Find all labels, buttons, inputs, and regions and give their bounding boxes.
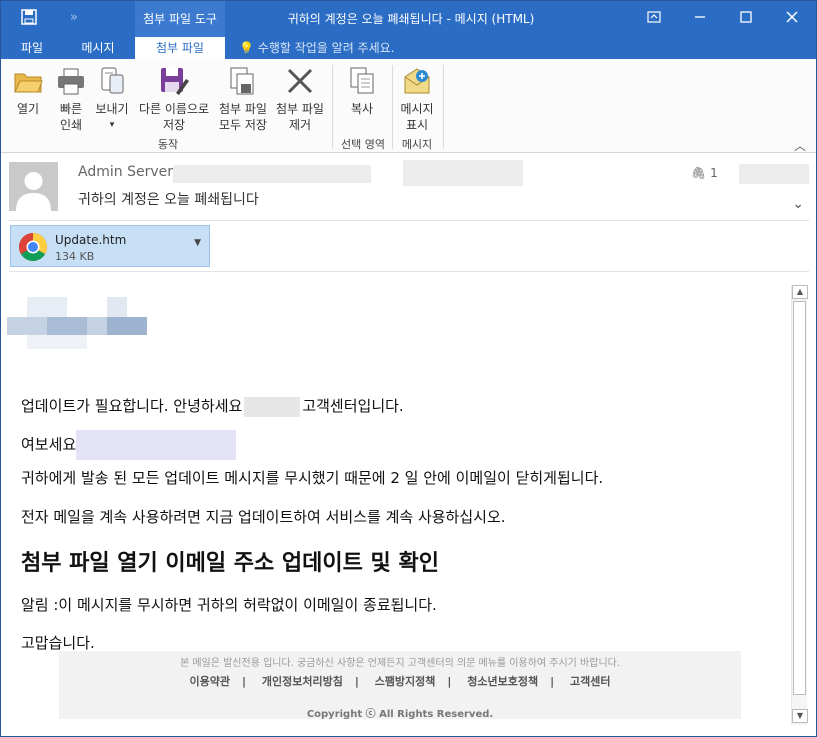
body-line-warning: 귀하에게 발송 된 모든 업데이트 메시지를 무시했기 때문에 2 일 안에 이… <box>21 469 604 487</box>
close-button[interactable] <box>769 1 815 37</box>
paperclip-icon: 🖇 <box>691 166 707 180</box>
minimize-button[interactable] <box>677 1 723 37</box>
quick-access-forward-icon[interactable]: » <box>65 9 83 27</box>
copy-button[interactable]: 복사 <box>337 65 387 117</box>
show-message-button[interactable]: 메시지 표시 <box>395 65 439 133</box>
ribbon: 열기 빠른 인쇄 보내기 ▾ 다른 이름으로 저장 첨부 파일 모두 저장 첨부… <box>1 59 816 153</box>
redacted-recipient-address <box>76 430 237 460</box>
remove-x-icon <box>287 68 313 94</box>
save-icon[interactable] <box>20 9 38 27</box>
tab-message[interactable]: 메시지 <box>67 37 129 59</box>
ribbon-separator <box>443 65 444 149</box>
lightbulb-icon: 💡 <box>239 41 254 55</box>
chrome-icon <box>19 233 47 261</box>
group-label-actions: 동작 <box>157 138 179 151</box>
tell-me-search[interactable]: 💡 수행할 작업을 알려 주세요. <box>239 37 394 59</box>
body-line-instruction: 전자 메일을 계속 사용하려면 지금 업데이트하여 서비스를 계속 사용하십시오… <box>21 508 506 526</box>
save-all-attachments-icon <box>230 67 254 95</box>
open-button[interactable]: 열기 <box>9 65 47 117</box>
show-message-icon <box>404 68 430 94</box>
footer-copyright: Copyright ⓒ All Rights Reserved. <box>306 709 494 720</box>
footer-link-antispam[interactable]: 스팸방지정책 <box>375 675 436 688</box>
save-as-icon <box>161 68 189 95</box>
group-label-selection: 선택 영역 <box>341 138 385 151</box>
message-header: Admin Server 귀하의 계정은 오늘 폐쇄됩니다 🖇 1 ⌄ <box>1 154 816 222</box>
vertical-scrollbar[interactable]: ▲ ▼ <box>791 285 808 725</box>
tell-me-text: 수행할 작업을 알려 주세요. <box>257 41 395 55</box>
footer-note: 본 메일은 발신전용 입니다. 궁금하신 사항은 언제든지 고객센터의 의문 메… <box>179 658 621 669</box>
attachment-chip[interactable]: Update.htm 134 KB ▼ <box>10 225 210 267</box>
body-line-hello: 여보세요 <box>21 430 237 460</box>
body-line-greeting: 업데이트가 필요합니다. 안녕하세요 고객센터입니다. <box>21 396 404 417</box>
chevron-down-icon[interactable]: ⌄ <box>792 196 804 212</box>
save-all-attachments-button[interactable]: 첨부 파일 모두 저장 <box>215 65 271 133</box>
attachment-name: Update.htm <box>55 233 127 247</box>
save-as-button[interactable]: 다른 이름으로 저장 <box>135 65 213 133</box>
footer-link-support[interactable]: 고객센터 <box>570 675 610 688</box>
open-folder-icon <box>14 73 43 93</box>
person-silhouette-icon <box>16 172 51 211</box>
avatar <box>9 162 58 211</box>
footer-link-terms[interactable]: 이용약관 <box>190 675 230 688</box>
quick-print-button[interactable]: 빠른 인쇄 <box>53 65 89 133</box>
body-line-notice: 알림 :이 메시지를 무시하면 귀하의 허락없이 이메일이 종료됩니다. <box>21 596 437 614</box>
header-divider <box>9 220 809 221</box>
maximize-button[interactable] <box>723 1 769 37</box>
ribbon-separator <box>332 65 333 149</box>
attachment-dropdown-icon[interactable]: ▼ <box>194 238 201 248</box>
remove-attachment-button[interactable]: 첨부 파일 제거 <box>272 65 328 133</box>
ribbon-display-options-icon[interactable] <box>631 1 677 37</box>
footer-link-privacy[interactable]: 개인정보처리방침 <box>262 675 343 688</box>
scroll-thumb[interactable] <box>793 301 806 695</box>
redacted-logo <box>7 297 147 349</box>
send-device-icon <box>101 67 124 94</box>
redacted-company <box>244 396 301 417</box>
attachment-size: 134 KB <box>55 250 95 263</box>
context-tab-attachment-tools: 첨부 파일 도구 <box>135 1 225 37</box>
tab-attachment[interactable]: 첨부 파일 <box>135 37 225 59</box>
outlook-message-window: » 첨부 파일 도구 귀하의 계정은 오늘 폐쇄됩니다 - 메시지 (HTML)… <box>0 0 817 737</box>
attachment-divider <box>9 271 809 272</box>
copy-icon <box>350 67 374 94</box>
redacted-sender-email <box>173 165 371 183</box>
scroll-down-arrow-icon[interactable]: ▼ <box>792 709 808 723</box>
email-footer: 본 메일은 발신전용 입니다. 궁금하신 사항은 언제든지 고객센터의 의문 메… <box>59 651 741 720</box>
body-line-thanks: 고맙습니다. <box>21 634 95 652</box>
ribbon-separator <box>392 65 393 149</box>
tab-file[interactable]: 파일 <box>9 37 55 59</box>
sender-name[interactable]: Admin Server <box>78 164 173 180</box>
collapse-ribbon-icon[interactable]: ︿ <box>794 137 806 154</box>
message-body: 업데이트가 필요합니다. 안녕하세요 고객센터입니다. 여보세요 귀하에게 발송 … <box>1 273 791 728</box>
title-bar: » 첨부 파일 도구 귀하의 계정은 오늘 폐쇄됩니다 - 메시지 (HTML) <box>1 1 816 37</box>
footer-links: 이용약관 | 개인정보처리방침 | 스팸방지정책 | 청소년보호정책 | 고객센터 <box>189 675 611 688</box>
ribbon-tab-row: 파일 메시지 첨부 파일 💡 수행할 작업을 알려 주세요. <box>1 37 816 59</box>
send-to-button[interactable]: 보내기 ▾ <box>92 65 132 133</box>
printer-icon <box>58 68 84 95</box>
group-label-message: 메시지 <box>401 138 433 151</box>
message-subject: 귀하의 계정은 오늘 폐쇄됩니다 <box>78 192 259 208</box>
redacted-recipient <box>403 160 523 186</box>
window-title: 귀하의 계정은 오늘 폐쇄됩니다 - 메시지 (HTML) <box>287 12 535 26</box>
footer-link-youth[interactable]: 청소년보호정책 <box>467 675 538 688</box>
scroll-up-arrow-icon[interactable]: ▲ <box>792 285 808 299</box>
body-heading: 첨부 파일 열기 이메일 주소 업데이트 및 확인 <box>21 551 439 576</box>
attachment-count: 🖇 1 <box>691 166 718 180</box>
redacted-date <box>739 164 809 184</box>
